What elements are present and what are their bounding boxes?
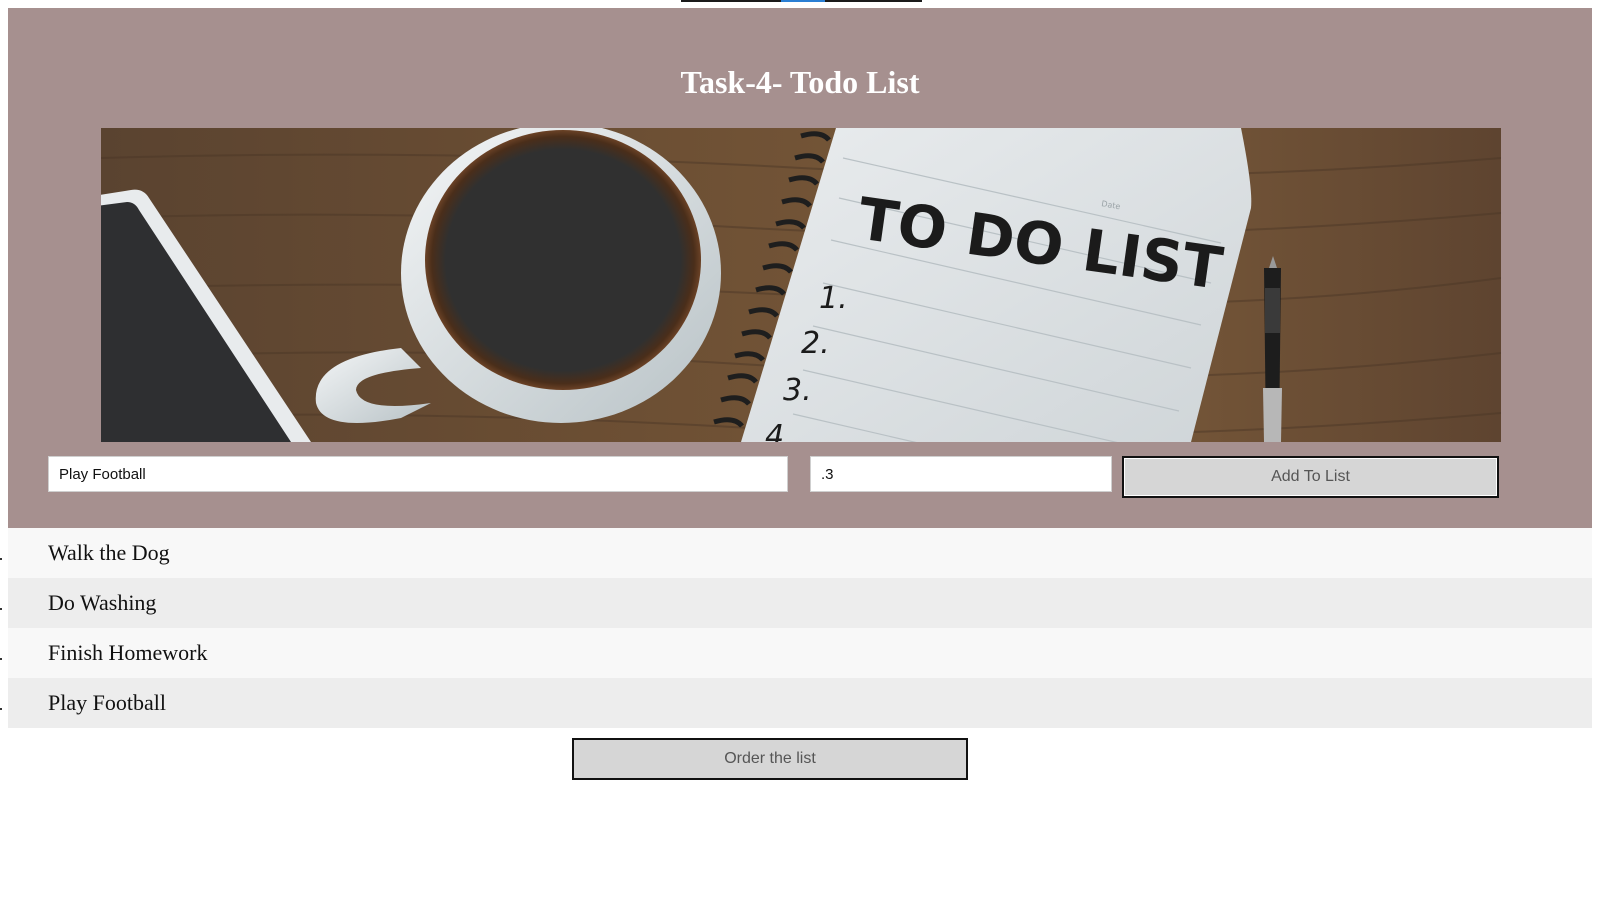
header: Task-4- Todo List TO DO LIST Date 1. 2. … <box>8 8 1592 528</box>
notebook-number-4: 4 <box>765 419 784 442</box>
list-bullet <box>0 558 2 560</box>
pen-icon <box>1263 256 1282 442</box>
notebook-number-2: 2. <box>801 326 830 361</box>
list-item[interactable]: Walk the Dog <box>0 528 1592 578</box>
top-marker <box>681 0 922 2</box>
page-title: Task-4- Todo List <box>680 64 920 100</box>
add-to-list-button[interactable]: Add To List <box>1122 456 1499 498</box>
order-list-button[interactable]: Order the list <box>572 738 968 780</box>
list-item[interactable]: Finish Homework <box>0 628 1592 678</box>
list-item[interactable]: Play Football <box>0 678 1592 728</box>
list-item-text: Finish Homework <box>48 640 208 665</box>
notebook-number-3: 3. <box>783 373 812 408</box>
list-bullet <box>0 708 2 710</box>
notebook-number-1: 1. <box>819 281 848 316</box>
list-item-text: Walk the Dog <box>48 540 170 565</box>
list-bullet <box>0 658 2 660</box>
list-item-text: Play Football <box>48 690 166 715</box>
coffee <box>425 130 701 390</box>
priority-input[interactable] <box>810 456 1112 492</box>
list-item-text: Do Washing <box>48 590 157 615</box>
top-marker-accent <box>781 0 825 2</box>
task-input[interactable] <box>48 456 788 492</box>
todo-list: Walk the Dog Do Washing Finish Homework … <box>0 528 1592 728</box>
list-bullet <box>0 608 2 610</box>
todo-list-banner-image: TO DO LIST Date 1. 2. 3. 4 <box>101 128 1501 442</box>
list-item[interactable]: Do Washing <box>0 578 1592 628</box>
